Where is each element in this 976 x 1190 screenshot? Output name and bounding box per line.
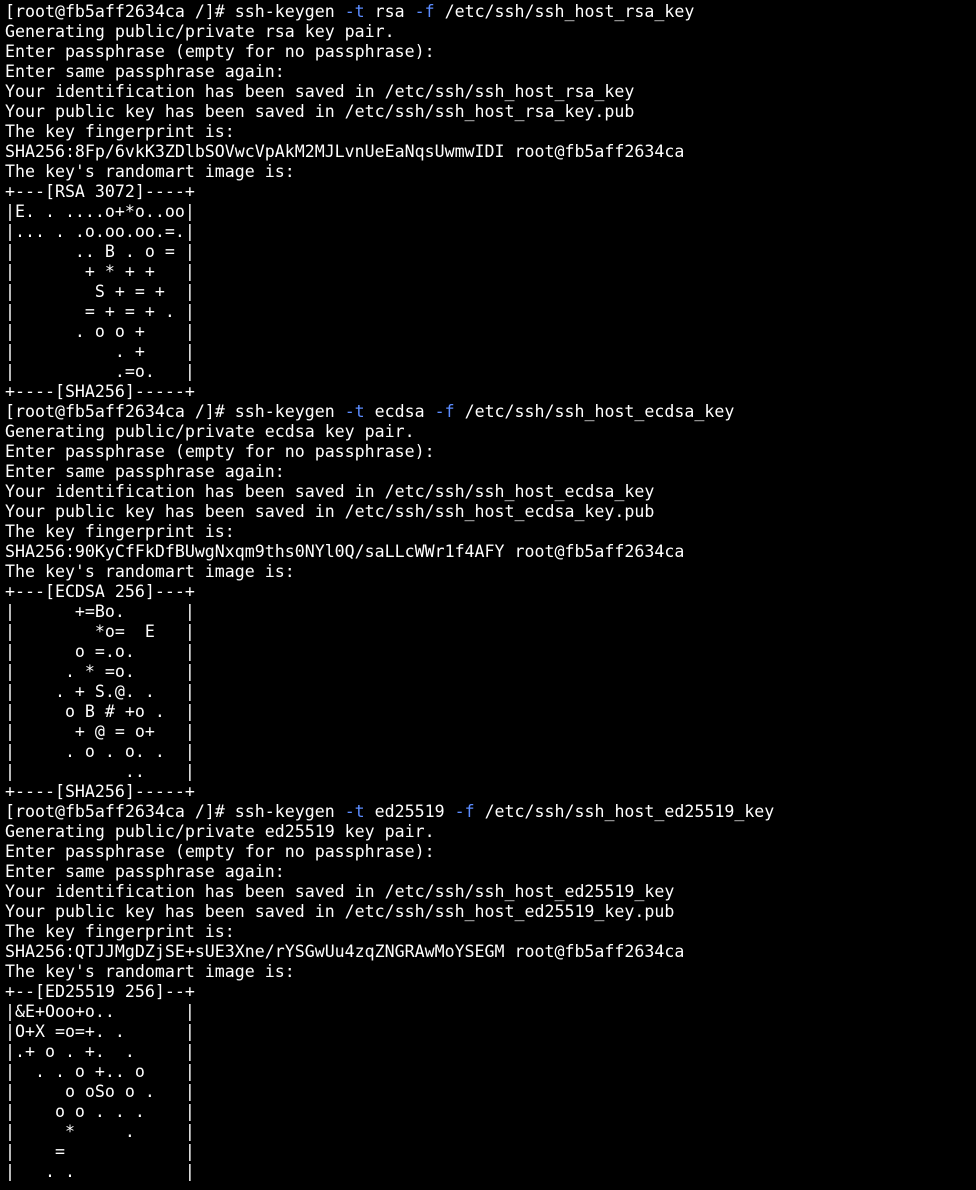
- output-line: Enter same passphrase again:: [5, 462, 285, 481]
- command-flag: -t: [344, 2, 365, 21]
- output-line: Your public key has been saved in /etc/s…: [5, 102, 635, 121]
- randomart-line: | . + S.@. . |: [5, 682, 195, 701]
- randomart-line: | . . o +.. o |: [5, 1062, 195, 1081]
- fingerprint-line: SHA256:90KyCfFkDfBUwgNxqm9ths0NYl0Q/saLL…: [5, 542, 685, 561]
- randomart-line: | +=Bo. |: [5, 602, 195, 621]
- randomart-line: |&E+Ooo+o.. |: [5, 1002, 195, 1021]
- randomart-line: | = + = + . |: [5, 302, 195, 321]
- output-line: Generating public/private ed25519 key pa…: [5, 822, 435, 841]
- command-argument: /etc/ssh/ssh_host_ecdsa_key: [454, 402, 735, 421]
- command-flag: -t: [344, 402, 365, 421]
- randomart-line: | *o= E |: [5, 622, 195, 641]
- output-line: Generating public/private ecdsa key pair…: [5, 422, 415, 441]
- output-line: Enter same passphrase again:: [5, 62, 285, 81]
- command-program: ssh-keygen: [234, 2, 345, 21]
- command-argument: ed25519: [364, 802, 455, 821]
- randomart-line: | * . |: [5, 1122, 195, 1141]
- output-line: The key fingerprint is:: [5, 122, 235, 141]
- output-line: Your public key has been saved in /etc/s…: [5, 502, 655, 521]
- randomart-line: | . o . o. . |: [5, 742, 195, 761]
- randomart-line: | . + |: [5, 342, 195, 361]
- command-line: [root@fb5aff2634ca /]# ssh-keygen -t ecd…: [5, 402, 976, 422]
- command-flag: -f: [454, 802, 475, 821]
- randomart-line: +---[ECDSA 256]---+: [5, 582, 195, 601]
- command-flag: -t: [344, 802, 365, 821]
- command-argument: /etc/ssh/ssh_host_rsa_key: [434, 2, 695, 21]
- output-line: Enter passphrase (empty for no passphras…: [5, 442, 435, 461]
- command-flag: -f: [414, 2, 435, 21]
- command-flag: -f: [434, 402, 455, 421]
- randomart-line: | . o o + |: [5, 322, 195, 341]
- randomart-line: | + @ = o+ |: [5, 722, 195, 741]
- randomart-line: | o =.o. |: [5, 642, 195, 661]
- randomart-line: |E. . ....o+*o..oo|: [5, 202, 195, 221]
- output-line: The key's randomart image is:: [5, 562, 295, 581]
- output-line: The key's randomart image is:: [5, 962, 295, 981]
- fingerprint-line: SHA256:8Fp/6vkK3ZDlbSOVwcVpAkM2MJLvnUeEa…: [5, 142, 685, 161]
- output-line: The key fingerprint is:: [5, 522, 235, 541]
- randomart-line: |... . .o.oo.oo.=.|: [5, 222, 195, 241]
- randomart-line: +----[SHA256]-----+: [5, 782, 195, 801]
- randomart-line: | o oSo o . |: [5, 1082, 195, 1101]
- output-line: Your identification has been saved in /e…: [5, 482, 655, 501]
- command-program: ssh-keygen: [234, 802, 345, 821]
- command-argument: rsa: [364, 2, 415, 21]
- randomart-line: | o B # +o . |: [5, 702, 195, 721]
- randomart-line: |O+X =o=+. . |: [5, 1022, 195, 1041]
- output-line: The key's randomart image is:: [5, 162, 295, 181]
- command-program: ssh-keygen: [234, 402, 345, 421]
- randomart-line: | . * =o. |: [5, 662, 195, 681]
- output-line: Enter passphrase (empty for no passphras…: [5, 42, 435, 61]
- fingerprint-line: SHA256:QTJJMgDZjSE+sUE3Xne/rYSGwUu4zqZNG…: [5, 942, 685, 961]
- command-argument: ecdsa: [364, 402, 435, 421]
- output-line: Your identification has been saved in /e…: [5, 882, 675, 901]
- randomart-line: +---[RSA 3072]----+: [5, 182, 195, 201]
- terminal-window[interactable]: [root@fb5aff2634ca /]# ssh-keygen -t rsa…: [0, 0, 976, 1190]
- output-line: Your identification has been saved in /e…: [5, 82, 635, 101]
- shell-prompt: [root@fb5aff2634ca /]#: [5, 2, 235, 21]
- randomart-line: +----[SHA256]-----+: [5, 382, 195, 401]
- randomart-line: | .=o. |: [5, 362, 195, 381]
- command-argument: /etc/ssh/ssh_host_ed25519_key: [474, 802, 775, 821]
- output-line: Enter passphrase (empty for no passphras…: [5, 842, 435, 861]
- shell-prompt: [root@fb5aff2634ca /]#: [5, 802, 235, 821]
- randomart-line: | .. B . o = |: [5, 242, 195, 261]
- randomart-line: | S + = + |: [5, 282, 195, 301]
- randomart-line: | .. |: [5, 762, 195, 781]
- output-line: Enter same passphrase again:: [5, 862, 285, 881]
- randomart-line: |.+ o . +. . |: [5, 1042, 195, 1061]
- randomart-line: +--[ED25519 256]--+: [5, 982, 195, 1001]
- command-line: [root@fb5aff2634ca /]# ssh-keygen -t rsa…: [5, 2, 976, 22]
- randomart-line: | = |: [5, 1142, 195, 1161]
- output-line: The key fingerprint is:: [5, 922, 235, 941]
- output-line: Your public key has been saved in /etc/s…: [5, 902, 675, 921]
- randomart-line: | + * + + |: [5, 262, 195, 281]
- randomart-line: | . . |: [5, 1162, 195, 1181]
- shell-prompt: [root@fb5aff2634ca /]#: [5, 402, 235, 421]
- randomart-line: | o o . . . |: [5, 1102, 195, 1121]
- output-line: Generating public/private rsa key pair.: [5, 22, 395, 41]
- command-line: [root@fb5aff2634ca /]# ssh-keygen -t ed2…: [5, 802, 976, 822]
